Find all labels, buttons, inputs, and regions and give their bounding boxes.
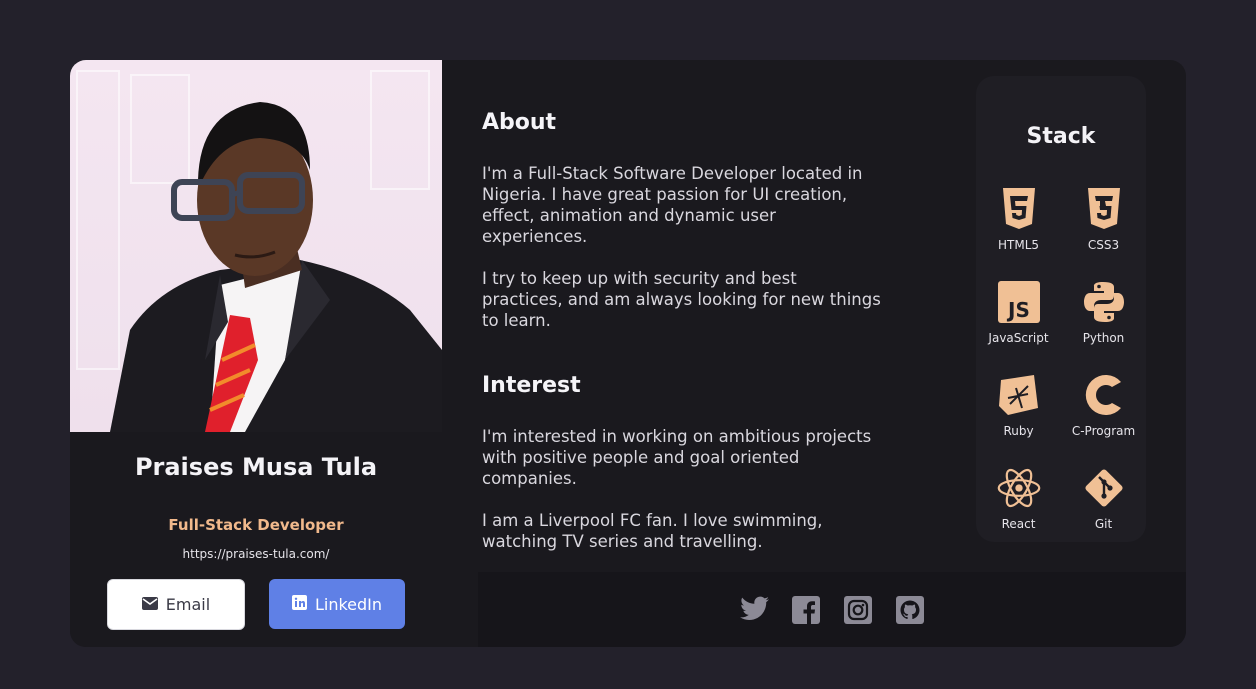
linkedin-button[interactable]: LinkedIn (269, 579, 405, 629)
profile-role: Full-Stack Developer (168, 516, 344, 534)
about-paragraph-1: I'm a Full-Stack Software Developer loca… (482, 164, 863, 246)
stack-item-html5: HTML5 (976, 186, 1061, 279)
email-button[interactable]: Email (107, 579, 245, 630)
profile-panel: Praises Musa Tula Full-Stack Developer h… (70, 60, 478, 647)
linkedin-button-label: LinkedIn (314, 594, 383, 614)
stack-item-label: HTML5 (997, 238, 1040, 252)
stack-item-ruby: Ruby (976, 372, 1061, 465)
stack-item-git: Git (1061, 465, 1146, 558)
stack-item-label: Ruby (1003, 424, 1034, 438)
html5-icon (996, 186, 1042, 232)
profile-website[interactable]: https://praises-tula.com/ (70, 547, 442, 561)
envelope-icon (141, 595, 158, 614)
profile-card: Praises Musa Tula Full-Stack Developer h… (70, 60, 1186, 647)
stack-item-javascript: JS JavaScript (976, 279, 1061, 372)
profile-photo (70, 60, 442, 432)
stack-heading: Stack (1026, 124, 1096, 149)
stack-grid: HTML5 CSS3 JS JavaScript Python Ruby C-P… (976, 186, 1146, 558)
twitter-icon[interactable] (737, 593, 771, 627)
interest-paragraph-2: I am a Liverpool FC fan. I love swimming… (482, 511, 823, 551)
about-paragraph-2: I try to keep up with security and best … (482, 269, 881, 330)
social-footer (478, 572, 1186, 647)
svg-text:JS: JS (1006, 298, 1030, 322)
git-icon (1081, 465, 1127, 511)
stack-item-label: Git (1094, 517, 1113, 531)
about-heading: About (482, 110, 557, 135)
stack-item-label: JavaScript (988, 331, 1049, 345)
python-icon (1081, 279, 1127, 325)
interest-heading: Interest (482, 373, 581, 398)
stack-item-css3: CSS3 (1061, 186, 1146, 279)
stack-item-react: React (976, 465, 1061, 558)
react-icon (996, 465, 1042, 511)
stack-item-label: C-Program (1071, 424, 1136, 438)
bio-section: About I'm a Full-Stack Software Develope… (482, 60, 978, 572)
stack-panel: Stack HTML5 CSS3 JS JavaScript Python Ru… (976, 76, 1146, 542)
facebook-icon[interactable] (789, 593, 823, 627)
javascript-icon: JS (996, 279, 1042, 325)
stack-item-label: Python (1082, 331, 1125, 345)
instagram-icon[interactable] (841, 593, 875, 627)
email-button-label: Email (165, 595, 211, 614)
stack-item-python: Python (1061, 279, 1146, 372)
c-icon (1081, 372, 1127, 418)
linkedin-icon (291, 594, 307, 614)
profile-name: Praises Musa Tula (134, 453, 378, 481)
stack-item-label: CSS3 (1087, 238, 1120, 252)
ruby-icon (996, 372, 1042, 418)
stack-item-c: C-Program (1061, 372, 1146, 465)
github-icon[interactable] (893, 593, 927, 627)
interest-paragraph-1: I'm interested in working on ambitious p… (482, 427, 872, 488)
stack-item-label: React (1001, 517, 1036, 531)
css3-icon (1081, 186, 1127, 232)
